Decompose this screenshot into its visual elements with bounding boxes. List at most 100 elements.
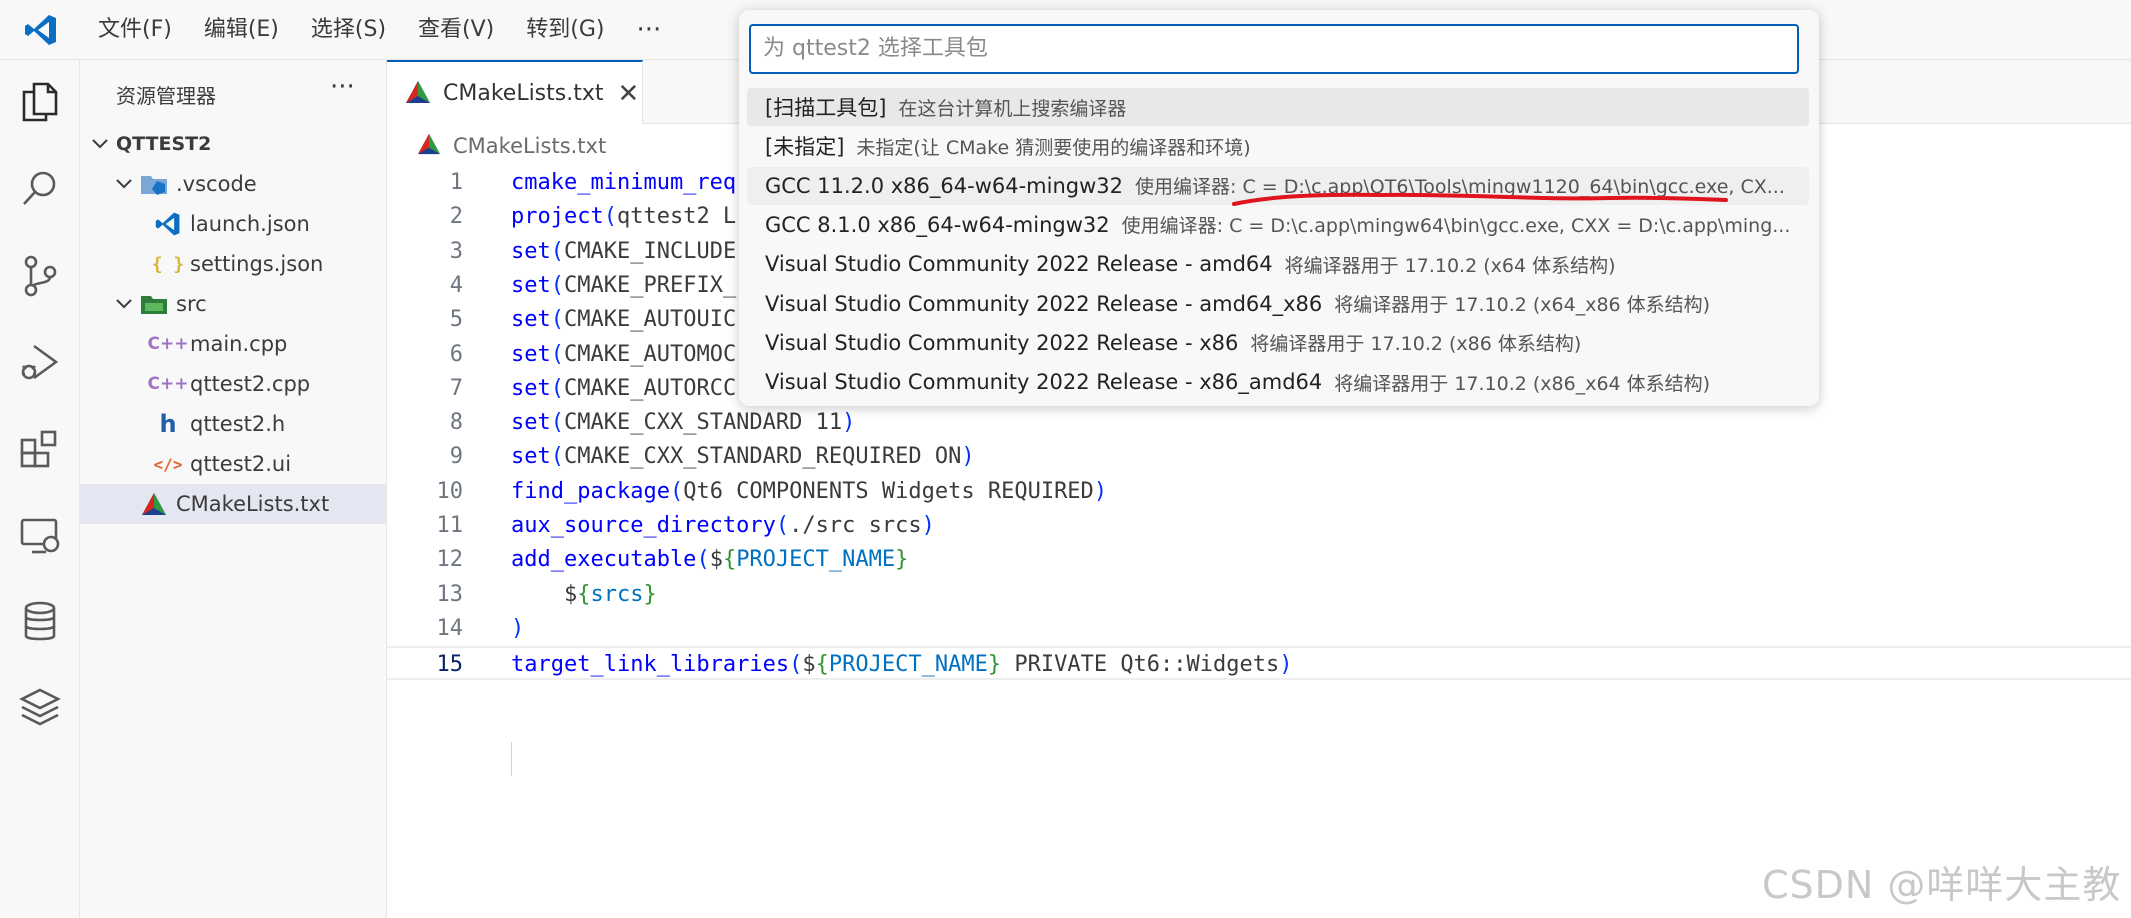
line-number: 14 (436, 615, 464, 641)
code-token: find_package (511, 478, 670, 504)
tree-item-label: .vscode (176, 172, 257, 196)
code-token: aux_source_directory (511, 513, 776, 538)
code-token: CMAKE_CXX_STANDARD_REQUIRED ON (564, 444, 962, 470)
menu-view[interactable]: 查看(V) (402, 0, 510, 60)
explorer-files-icon[interactable] (12, 74, 68, 130)
tree-file-settings-json[interactable]: { } settings.json (80, 244, 386, 284)
breadcrumb: CMakeLists.txt (417, 128, 606, 164)
database-icon[interactable] (12, 594, 68, 650)
quick-pick-item-label: Visual Studio Community 2022 Release - a… (765, 291, 1323, 316)
quick-pick-item-description: 将编译器用于 17.10.2 (x64 体系结构) (1284, 254, 1616, 277)
chevron-down-icon (114, 299, 134, 309)
code-line[interactable]: 14) (387, 612, 2131, 646)
quick-pick-item[interactable]: [未指定] 未指定(让 CMake 猜测要使用的编译器和环境) (747, 127, 1809, 165)
code-line[interactable]: 8 set(CMAKE_CXX_STANDARD 11) (387, 406, 2131, 440)
code-token: CMAKE_AUTOMOC (564, 341, 737, 367)
tree-file-qttest2-ui[interactable]: </> qttest2.ui (80, 444, 386, 484)
code-text: set(CMAKE_AUTORCC (511, 372, 736, 406)
menu-go[interactable]: 转到(G) (510, 0, 620, 60)
vscode-logo-icon (0, 0, 82, 60)
code-line[interactable]: 10 find_package(Qt6 COMPONENTS Widgets RE… (387, 475, 2131, 509)
cmake-file-icon (417, 133, 441, 160)
code-token: { (577, 581, 591, 607)
tree-root-folder[interactable]: QTTEST2 (80, 124, 386, 164)
src-folder-icon (140, 290, 168, 318)
menu-more-button[interactable]: ··· (620, 3, 677, 57)
code-token: set (511, 341, 551, 367)
breadcrumb-file[interactable]: CMakeLists.txt (453, 134, 606, 158)
tree-folder-src[interactable]: src (80, 284, 386, 324)
code-token: ( (550, 238, 564, 264)
tree-file-qttest2-cpp[interactable]: C++ qttest2.cpp (80, 364, 386, 404)
root-folder-label: QTTEST2 (116, 133, 212, 155)
tree-folder-vscode[interactable]: .vscode (80, 164, 386, 204)
quick-pick-item[interactable]: Visual Studio Community 2022 Release - x… (747, 324, 1809, 362)
run-debug-icon[interactable] (12, 334, 68, 390)
code-line[interactable]: 9 set(CMAKE_CXX_STANDARD_REQUIRED ON) (387, 440, 2131, 474)
chevron-down-icon (90, 139, 110, 149)
tree-item-label: qttest2.cpp (190, 372, 311, 396)
search-icon[interactable] (12, 160, 68, 216)
code-token: PROJECT_NAME (736, 547, 896, 573)
code-token: CMAKE_CXX_STANDARD 11 (564, 410, 843, 436)
code-token: CMAKE_AUTOUIC (564, 307, 737, 333)
code-text: aux_source_directory(./src srcs) (511, 509, 935, 543)
quick-pick-item-label: [扫描工具包] (765, 96, 887, 120)
close-icon[interactable]: ✕ (618, 79, 640, 109)
code-text: set(CMAKE_CXX_STANDARD 11) (511, 406, 855, 440)
quick-pick-item[interactable]: Visual Studio Community 2022 Release - a… (747, 285, 1809, 323)
vscode-window: 文件(F) 编辑(E) 选择(S) 查看(V) 转到(G) ··· 资源管理器 … (0, 0, 2131, 918)
tree-file-cmakelists[interactable]: CMakeLists.txt (80, 484, 386, 524)
quick-pick-input[interactable]: 为 qttest2 选择工具包 (749, 24, 1799, 74)
line-number: 9 (449, 444, 463, 470)
code-text: find_package(Qt6 COMPONENTS Widgets REQU… (511, 475, 1107, 509)
layers-icon[interactable] (12, 680, 68, 736)
quick-pick-item[interactable]: [扫描工具包] 在这台计算机上搜索编译器 (747, 88, 1809, 126)
code-text: target_link_libraries(${PROJECT_NAME} PR… (511, 648, 1293, 682)
quick-pick-item[interactable]: Visual Studio Community 2022 Release - a… (747, 245, 1809, 283)
source-control-icon[interactable] (12, 248, 68, 304)
line-number: 6 (449, 341, 463, 367)
code-text: project(qttest2 L (511, 200, 736, 234)
quick-pick-item-description: 未指定(让 CMake 猜测要使用的编译器和环境) (856, 136, 1251, 159)
quick-pick-item[interactable]: GCC 8.1.0 x86_64-w64-mingw32 使用编译器: C = D… (747, 206, 1809, 244)
code-token: ) (1093, 478, 1108, 504)
code-text: set(CMAKE_PREFIX_ (511, 269, 736, 303)
quick-pick-item-description: 将编译器用于 17.10.2 (x86_x64 体系结构) (1334, 372, 1711, 395)
code-line[interactable]: 15 target_link_libraries(${PROJECT_NAME} … (387, 646, 2131, 682)
code-token: ( (550, 444, 564, 470)
menu-selection[interactable]: 选择(S) (295, 0, 402, 60)
code-token: set (511, 444, 551, 470)
code-text: ) (511, 612, 524, 646)
tree-file-launch-json[interactable]: launch.json (80, 204, 386, 244)
extensions-icon[interactable] (12, 422, 68, 478)
menu-edit[interactable]: 编辑(E) (188, 0, 295, 60)
code-token: set (511, 375, 551, 401)
tree-file-qttest2-h[interactable]: h qttest2.h (80, 404, 386, 444)
cpp-file-icon: C++ (147, 374, 189, 394)
code-token: CMAKE_INCLUDE (564, 238, 737, 264)
quick-pick-item[interactable]: Visual Studio Community 2022 Release - x… (747, 363, 1809, 401)
code-line[interactable]: 13 ${srcs} (387, 578, 2131, 612)
tree-file-main-cpp[interactable]: C++ main.cpp (80, 324, 386, 364)
code-token: set (511, 238, 551, 264)
code-token: PRIVATE Qt6::Widgets (1001, 652, 1280, 678)
code-token: } (895, 547, 909, 573)
vscode-file-icon (154, 210, 182, 238)
explorer-more-button[interactable]: ··· (330, 72, 355, 102)
remote-explorer-icon[interactable] (12, 508, 68, 564)
menu-file[interactable]: 文件(F) (82, 0, 188, 60)
code-token: $ (709, 547, 723, 573)
tree-item-label: src (176, 292, 207, 316)
header-file-icon: h (159, 410, 177, 438)
code-line[interactable]: 12 add_executable(${PROJECT_NAME} (387, 543, 2131, 577)
tab-cmakelists[interactable]: CMakeLists.txt ✕ (387, 60, 643, 125)
code-token: ( (669, 478, 684, 504)
code-text: ${srcs} (511, 578, 657, 612)
explorer-title: 资源管理器 (116, 84, 216, 108)
quick-pick-item-label: Visual Studio Community 2022 Release - x… (765, 330, 1239, 355)
line-number: 2 (449, 204, 463, 230)
code-line[interactable]: 11 aux_source_directory(./src srcs) (387, 509, 2131, 543)
code-text: set(CMAKE_AUTOUIC (511, 303, 736, 337)
code-token: { (722, 547, 737, 573)
